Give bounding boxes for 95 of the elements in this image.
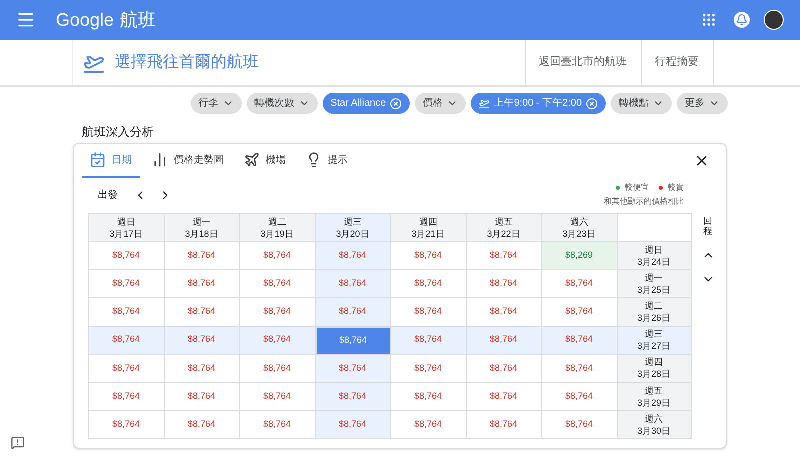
- return-label: 回程: [704, 217, 712, 237]
- price-cell[interactable]: $8,764: [542, 270, 618, 298]
- column-header: 週日 3月17日: [89, 214, 164, 242]
- price-cell[interactable]: $8,764: [164, 326, 240, 355]
- row-header: 週五 3月29日: [618, 382, 692, 412]
- remove-icon[interactable]: [586, 98, 598, 110]
- price-cell[interactable]: $8,764: [89, 298, 164, 327]
- brand-logo: Google: [56, 8, 114, 32]
- tab[interactable]: 日期: [82, 144, 140, 178]
- tab[interactable]: 提示: [298, 144, 356, 178]
- price-cell[interactable]: $8,764: [89, 411, 164, 440]
- price-cell[interactable]: $8,764: [391, 354, 466, 383]
- notifications-icon[interactable]: [734, 12, 750, 28]
- price-cell[interactable]: $8,764: [164, 298, 240, 327]
- price-cell[interactable]: $8,764: [391, 298, 466, 327]
- row-header: 週二 3月26日: [618, 298, 692, 327]
- legend-label: 較貴: [668, 182, 684, 194]
- column-header: 週二 3月19日: [240, 214, 316, 242]
- price-cell[interactable]: $8,764: [316, 270, 391, 298]
- tab[interactable]: 價格走勢圖: [144, 144, 232, 178]
- takeoff-icon: [479, 98, 490, 109]
- price-cell[interactable]: $8,764: [391, 382, 466, 412]
- filter-chip[interactable]: 上午9:00 - 下午2:00: [471, 93, 606, 114]
- price-cell[interactable]: $8,764: [164, 411, 240, 440]
- price-cell[interactable]: $8,764: [316, 382, 391, 412]
- filter-chip[interactable]: Star Alliance: [322, 93, 410, 114]
- price-cell[interactable]: $8,764: [240, 298, 316, 327]
- avatar[interactable]: [764, 10, 784, 30]
- filter-chip[interactable]: 轉機次數: [246, 93, 318, 114]
- price-cell[interactable]: $8,764: [466, 354, 542, 383]
- price-cell[interactable]: $8,764: [542, 354, 618, 383]
- column-header: 週三 3月20日: [316, 214, 391, 242]
- filter-chip[interactable]: 價格: [415, 93, 466, 114]
- bar-chart-icon: [152, 152, 168, 168]
- price-cell[interactable]: $8,764: [542, 326, 618, 355]
- filter-chip[interactable]: 行李: [190, 93, 242, 114]
- trip-title: 選擇飛往首爾的航班: [115, 52, 259, 72]
- price-cell[interactable]: $8,764: [89, 382, 164, 412]
- price-cell[interactable]: $8,764: [316, 326, 391, 355]
- price-cell[interactable]: $8,764: [89, 354, 164, 383]
- column-header: 週五 3月22日: [466, 214, 542, 242]
- row-header: 週四 3月28日: [618, 354, 692, 383]
- trip-step[interactable]: 行程摘要: [641, 40, 714, 85]
- price-cell[interactable]: $8,764: [240, 270, 316, 298]
- column-header: 週六 3月23日: [542, 214, 618, 242]
- price-cell[interactable]: $8,764: [164, 242, 240, 270]
- price-cell[interactable]: $8,764: [240, 382, 316, 412]
- legend-label: 較便宜: [625, 182, 649, 194]
- price-cell[interactable]: $8,764: [316, 242, 391, 270]
- feedback-icon[interactable]: [11, 436, 25, 450]
- price-cell[interactable]: $8,764: [316, 411, 391, 440]
- apps-icon[interactable]: [701, 12, 717, 28]
- tab[interactable]: 機場: [236, 144, 294, 178]
- plane-icon: [244, 152, 260, 168]
- filter-chip[interactable]: 更多: [677, 93, 728, 114]
- price-cell[interactable]: $8,764: [316, 298, 391, 327]
- row-header: 週三 3月27日: [618, 326, 692, 355]
- price-cell[interactable]: $8,764: [316, 354, 391, 383]
- price-cell[interactable]: $8,764: [391, 326, 466, 355]
- product-name: 航班: [120, 8, 156, 32]
- price-cell[interactable]: $8,764: [164, 270, 240, 298]
- price-cell[interactable]: $8,764: [391, 270, 466, 298]
- remove-icon[interactable]: [390, 98, 402, 110]
- section-title: 航班深入分析: [82, 124, 155, 141]
- price-cell[interactable]: $8,764: [89, 242, 164, 270]
- price-cell[interactable]: $8,764: [542, 382, 618, 412]
- price-cell[interactable]: $8,764: [240, 326, 316, 355]
- price-cell[interactable]: $8,764: [466, 298, 542, 327]
- price-cell[interactable]: $8,764: [391, 411, 466, 440]
- legend-note: 和其他顯示的價格相比: [604, 196, 684, 208]
- row-header: 週一 3月25日: [618, 270, 692, 298]
- price-cell[interactable]: $8,269: [542, 242, 618, 270]
- price-cell[interactable]: $8,764: [391, 242, 466, 270]
- price-cell[interactable]: $8,764: [466, 382, 542, 412]
- column-header: 週一 3月18日: [164, 214, 240, 242]
- price-cell[interactable]: $8,764: [466, 242, 542, 270]
- calendar-icon: [90, 152, 106, 168]
- column-header: 週四 3月21日: [391, 214, 466, 242]
- departure-label: 出發: [98, 188, 118, 203]
- trip-step[interactable]: 返回臺北市的航班: [525, 40, 641, 85]
- price-cell[interactable]: $8,764: [240, 242, 316, 270]
- price-cell[interactable]: $8,764: [542, 411, 618, 440]
- price-cell[interactable]: $8,764: [466, 326, 542, 355]
- price-cell[interactable]: $8,764: [164, 354, 240, 383]
- filter-chip[interactable]: 轉機點: [611, 93, 672, 114]
- price-cell[interactable]: $8,764: [240, 411, 316, 440]
- row-header: 週日 3月24日: [618, 242, 692, 270]
- price-cell[interactable]: $8,764: [466, 270, 542, 298]
- row-header: 週六 3月30日: [618, 411, 692, 440]
- price-cell[interactable]: $8,764: [542, 298, 618, 327]
- price-cell[interactable]: $8,764: [240, 354, 316, 383]
- price-cell[interactable]: $8,764: [466, 411, 542, 440]
- price-cell[interactable]: $8,764: [164, 382, 240, 412]
- price-cell[interactable]: $8,764: [89, 326, 164, 355]
- price-cell[interactable]: $8,764: [89, 270, 164, 298]
